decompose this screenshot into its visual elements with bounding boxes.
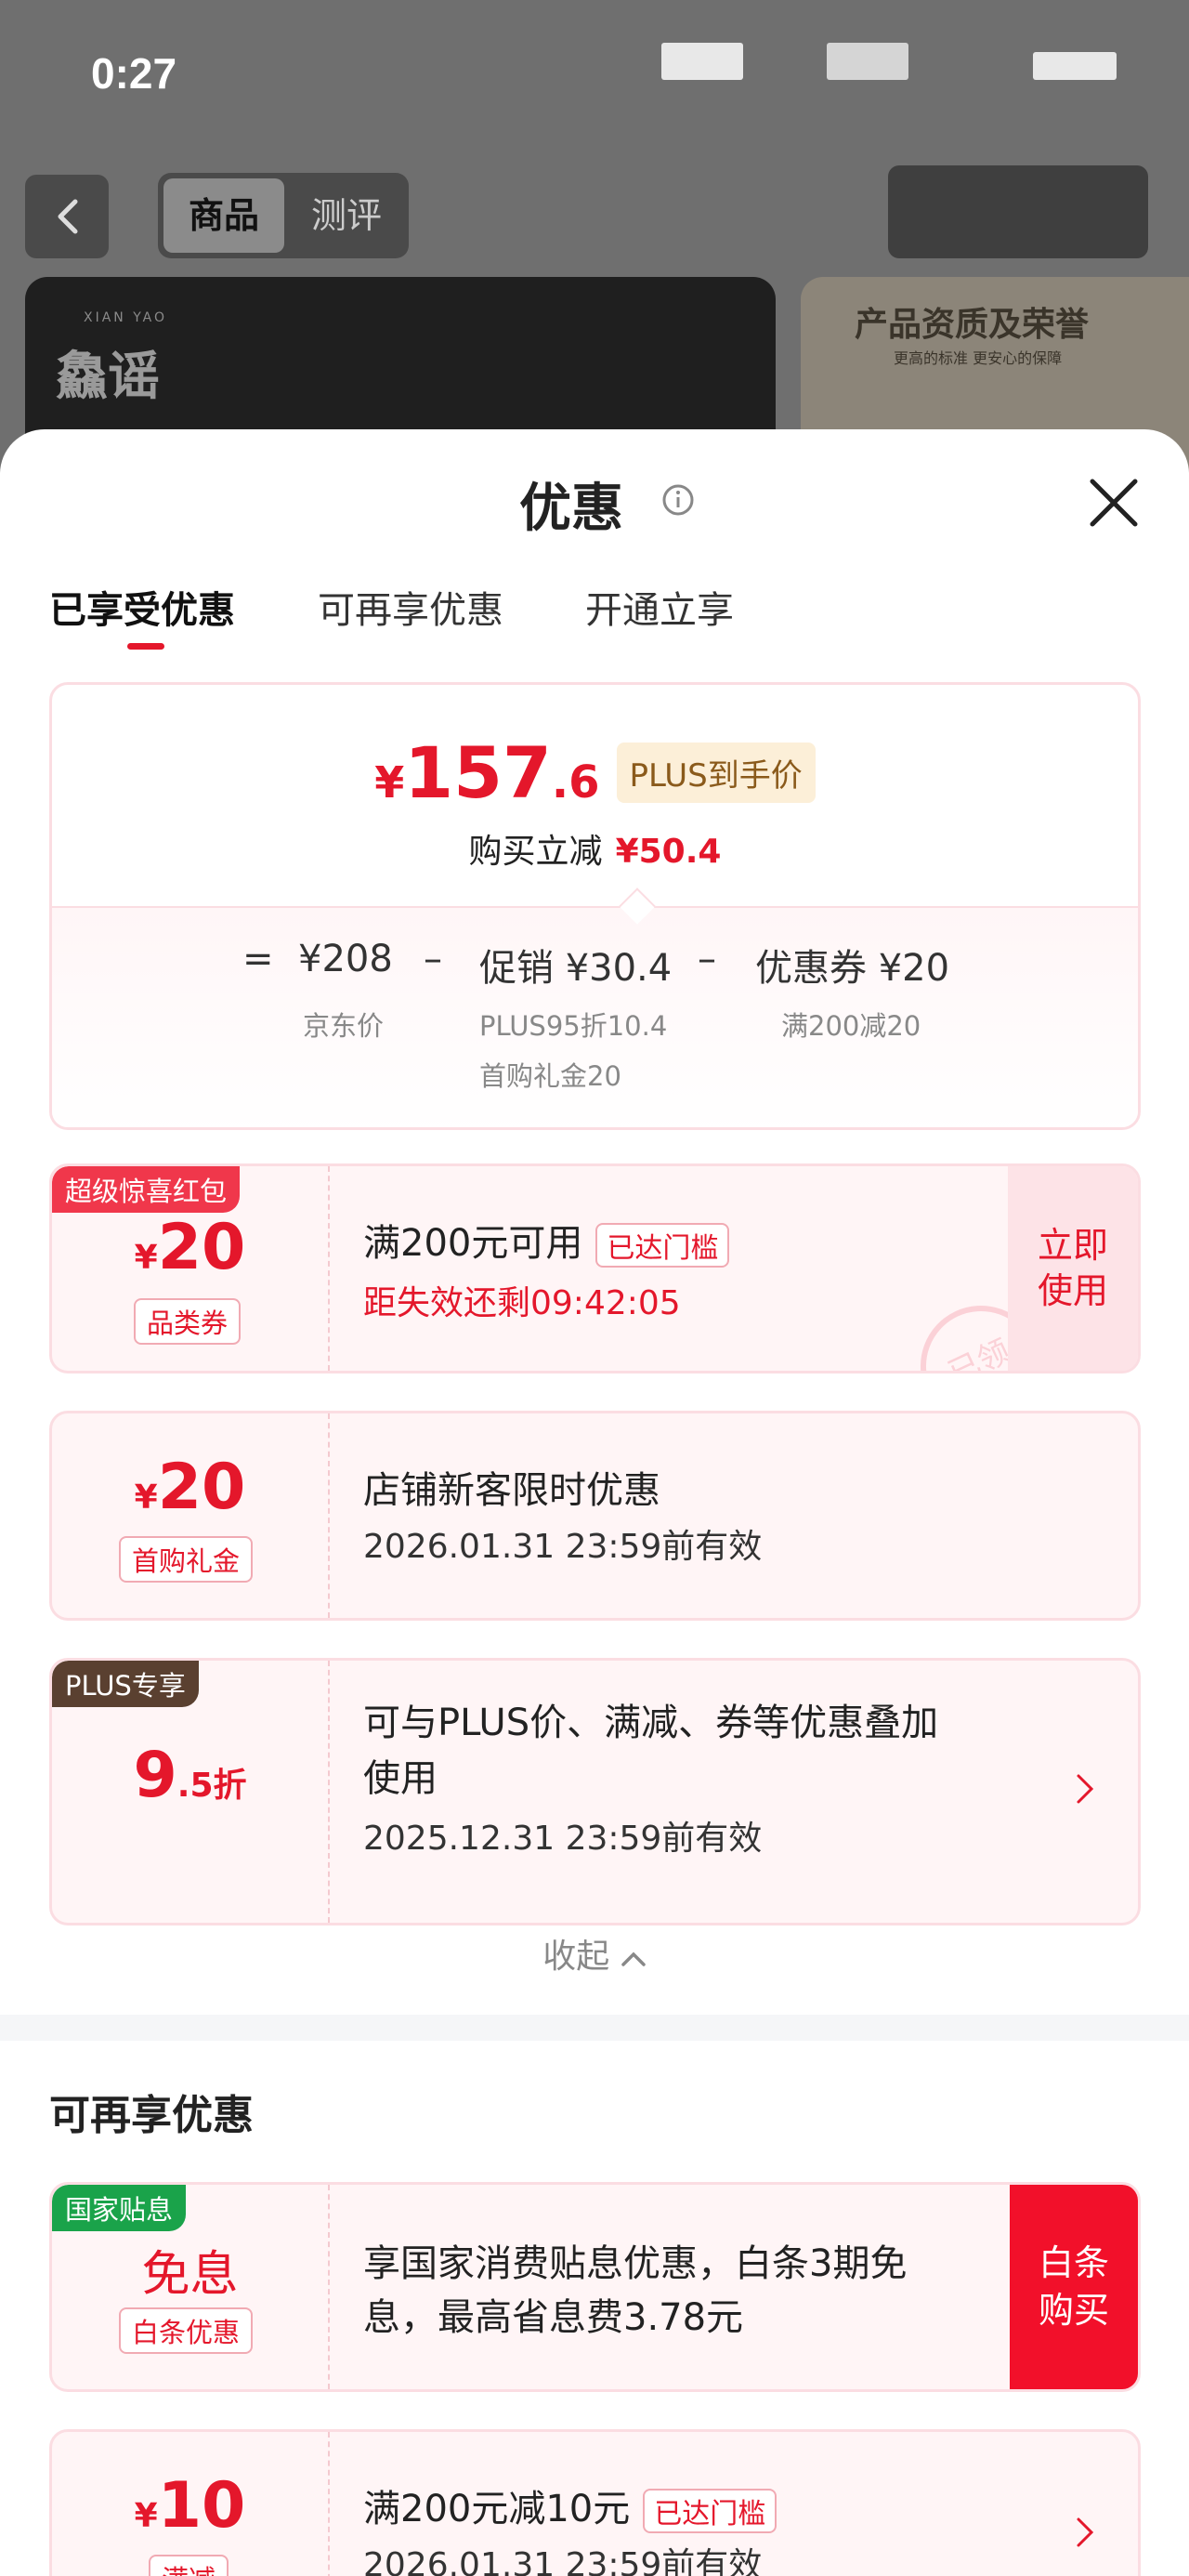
final-price: ¥157.6 xyxy=(374,731,600,814)
tab-open-enjoy[interactable]: 开通立享 xyxy=(585,580,734,634)
minus-sign: – xyxy=(424,938,442,980)
offer-title: 满200元减10元 已达门槛 xyxy=(363,2478,777,2533)
interest-free-headline: 免息 xyxy=(141,2247,239,2303)
section-title-more-offers: 可再享优惠 xyxy=(49,2092,254,2139)
final-price-row: ¥157.6 PLUS到手价 xyxy=(52,731,1138,814)
offer-amount: ¥10 xyxy=(134,2469,246,2543)
corner-tag: PLUS专享 xyxy=(52,1661,199,1707)
chevron-right-icon xyxy=(1077,1774,1094,1804)
price-summary: ¥157.6 PLUS到手价 购买立减 ¥50.4 = ¥208 京东价 – 促销 … xyxy=(49,682,1141,1130)
promo-amount: 促销 ¥30.4 xyxy=(479,947,673,990)
banner-title: 产品资质及荣誉 xyxy=(855,305,1090,344)
use-now-button[interactable]: 立即使用 xyxy=(1008,1166,1138,1371)
tab-product[interactable]: 商品 xyxy=(163,178,284,253)
chevron-left-icon xyxy=(58,199,78,234)
chevron-right-icon xyxy=(1077,2517,1094,2547)
offer-desc-line1: 享国家消费贴息优惠，白条3期免 xyxy=(363,2242,908,2285)
chevron-up-icon xyxy=(621,1952,646,1966)
offer-desc-line2: 息，最高省息费3.78元 xyxy=(363,2296,744,2339)
corner-tag: 超级惊喜红包 xyxy=(52,1166,241,1213)
info-icon[interactable] xyxy=(661,483,695,517)
coupon-card-plus[interactable]: PLUS专享 9.5折 可与PLUS价、满减、券等优惠叠加 使用 2025.12… xyxy=(49,1658,1141,1925)
coupon-type-label: 首购礼金 xyxy=(119,1536,254,1583)
offer-type-label: 白条优惠 xyxy=(119,2307,254,2354)
promo-detail-plus: PLUS95折10.4 xyxy=(479,1010,668,1042)
back-button[interactable] xyxy=(25,175,109,258)
offer-expiry: 2026.01.31 23:59前有效 xyxy=(363,2546,763,2576)
sheet-title: 优惠 xyxy=(519,479,623,539)
close-icon[interactable] xyxy=(1087,476,1141,530)
card-divider xyxy=(328,1661,330,1923)
card-divider xyxy=(328,1413,330,1618)
coupon-title: 店铺新客限时优惠 xyxy=(363,1469,660,1512)
tab-review[interactable]: 测评 xyxy=(290,178,403,253)
corner-tag: 国家贴息 xyxy=(52,2185,187,2231)
jd-price-label: 京东价 xyxy=(303,1010,385,1042)
tab-more-available[interactable]: 可再享优惠 xyxy=(318,580,503,634)
card-divider xyxy=(328,2432,330,2576)
brand-logo: 鱻谣 xyxy=(56,346,160,407)
coupon-amount: ¥20 xyxy=(134,1211,246,1284)
threshold-badge: 已达门槛 xyxy=(595,1223,730,1268)
wifi-icon xyxy=(827,43,908,80)
tab-enjoyed[interactable]: 已享受优惠 xyxy=(49,580,235,634)
banner-subtitle: 更高的标准 更安心的保障 xyxy=(894,349,1063,367)
plus-price-tag: PLUS到手价 xyxy=(616,743,816,803)
collapse-button[interactable]: 收起 xyxy=(0,1929,1189,1978)
coupon-countdown: 距失效还剩09:42:05 xyxy=(363,1284,681,1322)
offer-card-interest-free: 国家贴息 免息 白条优惠 享国家消费贴息优惠，白条3期免 息，最高省息费3.78… xyxy=(49,2182,1141,2392)
threshold-badge: 已达门槛 xyxy=(643,2489,777,2533)
coupon-amount: 优惠券 ¥20 xyxy=(755,947,950,990)
coupon-title-line1: 可与PLUS价、满减、券等优惠叠加 xyxy=(363,1702,939,1744)
reduce-line: 购买立减 ¥50.4 xyxy=(468,833,722,871)
equals-sign: = xyxy=(242,938,274,980)
segment-control: 商品 测评 xyxy=(158,173,409,258)
card-divider xyxy=(328,2185,330,2389)
brand-subtitle: XIAN YAO xyxy=(84,310,168,325)
minus-sign: – xyxy=(698,938,716,980)
jd-price: ¥208 xyxy=(298,938,393,980)
discount-sheet: 优惠 已享受优惠 可再享优惠 开通立享 ¥157.6 PLUS到手价 购买立减 ¥5… xyxy=(0,429,1189,2576)
baitiao-buy-button[interactable]: 白条购买 xyxy=(1010,2185,1138,2389)
plus-discount: 9.5折 xyxy=(133,1739,247,1812)
active-tab-indicator xyxy=(127,643,164,650)
status-time: 0:27 xyxy=(91,49,177,98)
card-divider xyxy=(328,1166,330,1371)
promo-detail-first: 首购礼金20 xyxy=(479,1060,621,1092)
offer-type-label: 满减 xyxy=(149,2555,229,2576)
coupon-card-first-purchase: ¥20 首购礼金 店铺新客限时优惠 2026.01.31 23:59前有效 xyxy=(49,1411,1141,1621)
coupon-expiry: 2025.12.31 23:59前有效 xyxy=(363,1820,763,1858)
coupon-detail: 满200减20 xyxy=(781,1010,921,1042)
coupon-card-red-packet: 超级惊喜红包 ¥20 品类券 满200元可用 已达门槛 距失效还剩09:42:05… xyxy=(49,1163,1141,1373)
section-separator xyxy=(0,2015,1189,2041)
offer-card-full-reduction[interactable]: ¥10 满减 满200元减10元已达门槛 2026.01.31 23:59前有效 xyxy=(49,2429,1141,2576)
signal-icon xyxy=(661,43,743,80)
coupon-title: 满200元可用 已达门槛 xyxy=(363,1213,730,1268)
header-right-action[interactable] xyxy=(888,165,1148,258)
coupon-expiry: 2026.01.31 23:59前有效 xyxy=(363,1528,763,1566)
coupon-title-line2: 使用 xyxy=(363,1757,438,1800)
coupon-type-label: 品类券 xyxy=(134,1298,242,1345)
coupon-amount: ¥20 xyxy=(134,1451,246,1524)
battery-icon xyxy=(1033,52,1117,80)
